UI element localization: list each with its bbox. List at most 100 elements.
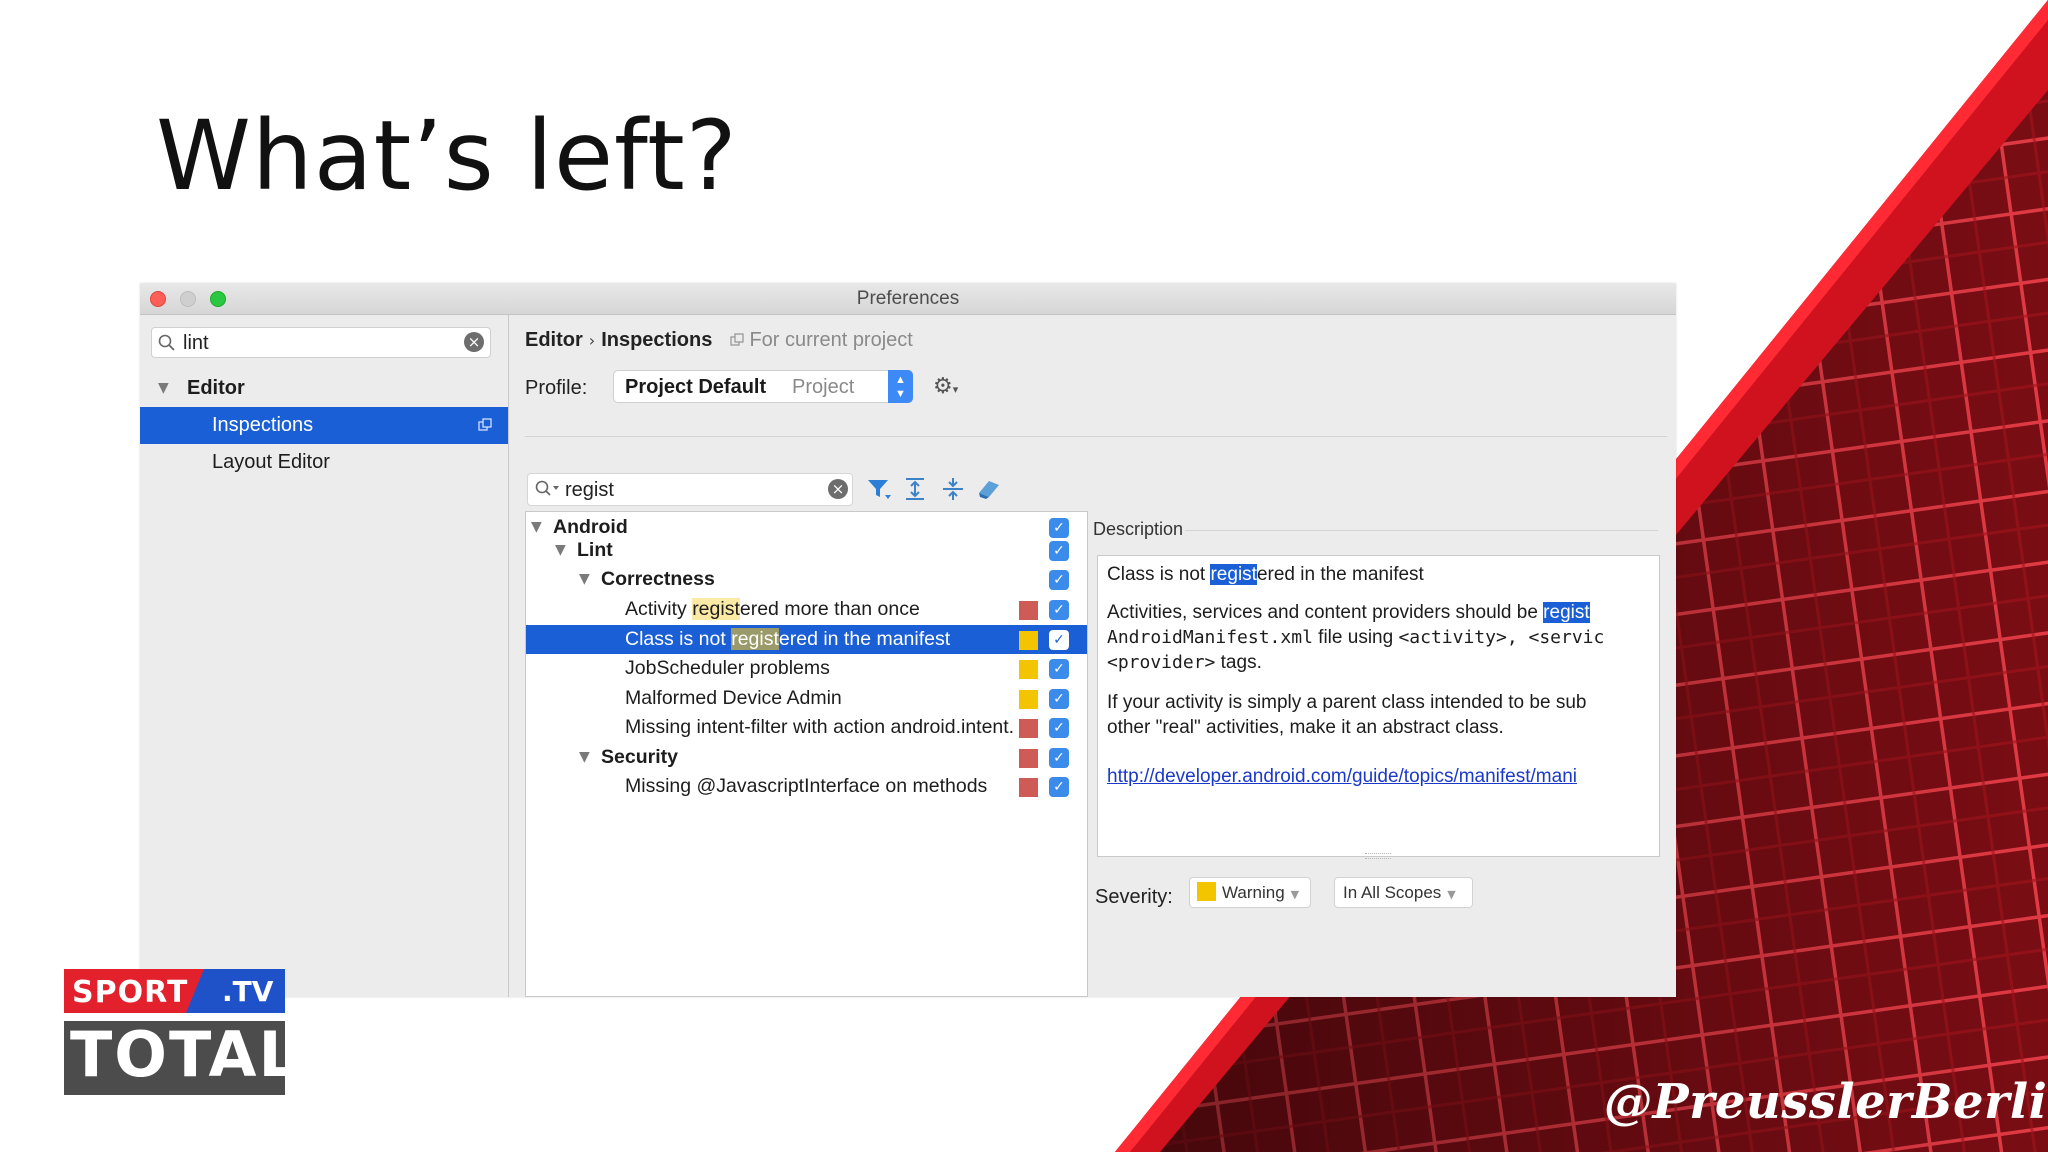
severity-warning-swatch — [1197, 882, 1216, 901]
clear-filter-icon[interactable]: × — [828, 479, 848, 499]
tree-node-security[interactable]: ▼ Security ✓ — [526, 743, 1087, 772]
chevron-updown-icon: ▲ ▼ — [888, 370, 913, 403]
sidebar-item-label: Inspections — [212, 414, 314, 436]
severity-warning-swatch — [1019, 631, 1038, 650]
enabled-checkbox[interactable]: ✓ — [1049, 518, 1069, 538]
sidebar-item-inspections[interactable]: Inspections — [140, 407, 508, 444]
description-text-line: If your activity is simply a parent clas… — [1107, 692, 1587, 713]
enabled-checkbox[interactable]: ✓ — [1049, 630, 1069, 650]
resize-grip[interactable] — [1365, 853, 1391, 859]
description-panel: Class is not registered in the manifest … — [1097, 555, 1660, 857]
inspection-activity-registered[interactable]: Activity registered more than once ✓ — [526, 595, 1087, 624]
description-text-line: other "real" activities, make it an abst… — [1107, 717, 1504, 738]
enabled-checkbox[interactable]: ✓ — [1049, 718, 1069, 738]
clear-search-icon[interactable]: × — [464, 332, 484, 352]
breadcrumb-inspections: Inspections — [601, 329, 713, 351]
window-title: Preferences — [856, 288, 960, 309]
inspection-filter-input[interactable]: regist × — [527, 473, 853, 506]
slide-title: What’s left? — [156, 100, 738, 212]
tree-node-label: Lint — [577, 539, 613, 561]
severity-select[interactable]: Warning ▼ — [1189, 877, 1311, 908]
sidebar-item-label: Editor — [187, 377, 245, 399]
severity-warning-swatch — [1019, 690, 1038, 709]
inspections-panel: Editor › Inspections For current project P… — [509, 315, 1676, 997]
collapse-triangle-icon[interactable]: ▼ — [579, 565, 590, 594]
description-label: Description — [1093, 519, 1184, 539]
severity-error-swatch — [1019, 719, 1038, 738]
description-title: Class is not registered in the manifest — [1107, 564, 1424, 585]
breadcrumb-editor[interactable]: Editor — [525, 329, 583, 351]
description-text-line: <provider> tags. — [1107, 652, 1262, 673]
severity-error-swatch — [1019, 601, 1038, 620]
project-copy-icon — [730, 333, 744, 346]
logo-total-text: TOTAL — [70, 1018, 300, 1091]
search-icon — [158, 334, 175, 351]
severity-error-swatch — [1019, 749, 1038, 768]
description-text-line: Activities, services and content provide… — [1107, 602, 1590, 623]
sidebar-item-label: Layout Editor — [212, 451, 330, 473]
severity-error-swatch — [1019, 778, 1038, 797]
inspection-missing-javascriptinterface[interactable]: Missing @JavascriptInterface on methods … — [526, 772, 1087, 801]
inspection-missing-intent-filter[interactable]: Missing intent-filter with action androi… — [526, 713, 1087, 742]
chevron-down-icon: ▼ — [1290, 888, 1300, 901]
settings-search-value: lint — [183, 332, 209, 354]
search-icon — [535, 480, 559, 496]
divider — [1185, 530, 1658, 531]
filter-icon[interactable] — [865, 475, 893, 503]
tree-node-lint[interactable]: ▼ Lint ✓ — [526, 536, 1087, 565]
enabled-checkbox[interactable]: ✓ — [1049, 748, 1069, 768]
enabled-checkbox[interactable]: ✓ — [1049, 600, 1069, 620]
inspection-tree: ▼ Android ✓ ▼ Lint ✓ ▼ Correctness ✓ Act… — [525, 511, 1088, 997]
project-copy-icon — [478, 418, 492, 431]
breadcrumb-hint: For current project — [749, 329, 913, 351]
profile-select[interactable]: Project Default Project ▲ ▼ — [613, 370, 913, 403]
preferences-window: Preferences lint × ▼ Editor Inspections … — [140, 283, 1676, 997]
tree-node-label: Correctness — [601, 568, 715, 590]
eraser-icon[interactable] — [975, 475, 1003, 503]
collapse-all-icon[interactable] — [939, 475, 967, 503]
tree-node-correctness[interactable]: ▼ Correctness ✓ — [526, 565, 1087, 594]
divider — [525, 436, 1667, 437]
breadcrumb: Editor › Inspections For current project — [525, 329, 913, 352]
enabled-checkbox[interactable]: ✓ — [1049, 659, 1069, 679]
tree-node-label: Security — [601, 746, 678, 768]
gear-icon[interactable]: ⚙▾ — [933, 373, 958, 399]
collapse-triangle-icon[interactable]: ▼ — [555, 536, 566, 565]
inspection-class-not-registered[interactable]: Class is not registered in the manifest … — [526, 625, 1087, 654]
scope-value: In All Scopes — [1343, 883, 1442, 902]
description-text-line: AndroidManifest.xml file using <activity… — [1107, 627, 1605, 648]
logo-tv-text: .TV — [222, 975, 274, 1008]
expand-all-icon[interactable] — [901, 475, 929, 503]
chevron-down-icon: ▼ — [1447, 888, 1456, 901]
scope-select[interactable]: In All Scopes ▼ — [1334, 877, 1473, 908]
severity-warning-swatch — [1019, 660, 1038, 679]
inspection-label: JobScheduler problems — [625, 657, 830, 679]
sidebar-item-layout-editor[interactable]: Layout Editor — [140, 444, 508, 481]
twitter-handle: @PreusslerBerlin — [1604, 1074, 2048, 1130]
profile-scope: Project — [792, 376, 855, 398]
enabled-checkbox[interactable]: ✓ — [1049, 777, 1069, 797]
enabled-checkbox[interactable]: ✓ — [1049, 570, 1069, 590]
collapse-triangle-icon[interactable]: ▼ — [579, 743, 590, 772]
collapse-triangle-icon[interactable]: ▼ — [158, 370, 169, 407]
settings-search-input[interactable]: lint × — [151, 327, 491, 358]
breadcrumb-separator: › — [588, 331, 596, 350]
sidebar-item-editor[interactable]: ▼ Editor — [140, 370, 508, 407]
severity-value: Warning — [1222, 883, 1285, 902]
inspection-label: Class is not registered in the manifest — [625, 628, 951, 650]
enabled-checkbox[interactable]: ✓ — [1049, 689, 1069, 709]
severity-label: Severity: — [1095, 886, 1173, 908]
title-bar: Preferences — [140, 283, 1676, 315]
logo-sport-text: SPORT — [72, 975, 189, 1010]
inspection-label: Missing intent-filter with action androi… — [625, 716, 1013, 738]
documentation-link[interactable]: http://developer.android.com/guide/topic… — [1107, 766, 1577, 788]
inspection-malformed-device-admin[interactable]: Malformed Device Admin ✓ — [526, 684, 1087, 713]
inspection-filter-value: regist — [565, 479, 614, 501]
inspection-jobscheduler[interactable]: JobScheduler problems ✓ — [526, 654, 1087, 683]
inspection-label: Activity registered more than once — [625, 598, 920, 620]
profile-name: Project Default — [625, 376, 767, 398]
profile-label: Profile: — [525, 377, 588, 399]
settings-sidebar: lint × ▼ Editor Inspections Layout Edito… — [140, 315, 509, 997]
inspection-label: Missing @JavascriptInterface on methods — [625, 775, 988, 797]
enabled-checkbox[interactable]: ✓ — [1049, 541, 1069, 561]
